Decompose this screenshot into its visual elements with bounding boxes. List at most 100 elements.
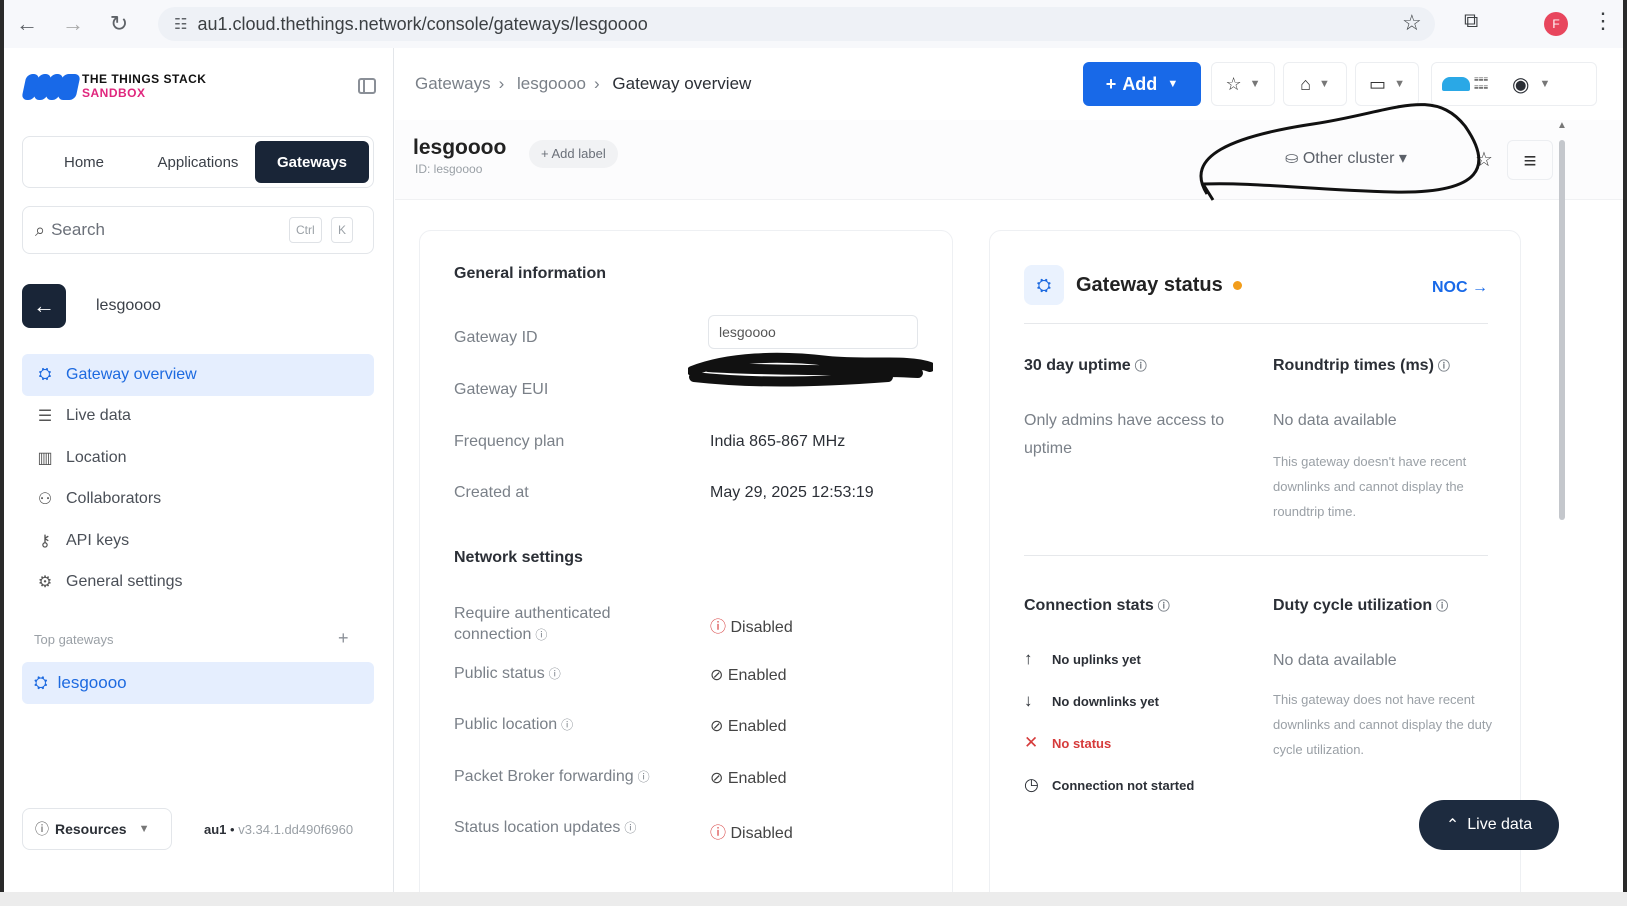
- add-button-label: Add: [1122, 73, 1158, 94]
- info-icon[interactable]: ⓘ: [1438, 359, 1450, 373]
- entity-name: lesgoooo: [96, 297, 161, 314]
- live-data-button[interactable]: ⌃ Live data: [1419, 800, 1559, 850]
- search-input[interactable]: ⌕ Search Ctrl K: [22, 206, 374, 254]
- search-placeholder: Search: [51, 220, 105, 239]
- general-information-title: General information: [454, 265, 607, 282]
- extensions-icon[interactable]: ⧉: [1464, 10, 1478, 33]
- users-icon: ⚇: [37, 491, 53, 509]
- scrollbar[interactable]: ▲: [1557, 120, 1567, 860]
- entity-context: ← lesgoooo: [22, 284, 161, 328]
- gateway-header: lesgoooo ID: lesgoooo + Add label ⛀ Othe…: [395, 103, 1623, 201]
- tab-home[interactable]: Home: [27, 141, 141, 183]
- sidebar-item-general-settings[interactable]: ⚙ General settings: [22, 562, 374, 604]
- info-icon[interactable]: ⓘ: [549, 667, 561, 681]
- gateway-icon: ⛭: [34, 673, 48, 692]
- frequency-plan-label: Frequency plan: [454, 433, 565, 450]
- setting-value-text: Enabled: [727, 667, 787, 684]
- add-button[interactable]: + Add ▼: [1083, 62, 1201, 106]
- info-icon[interactable]: ⓘ: [1135, 359, 1147, 373]
- sidebar-item-location[interactable]: ▥ Location: [22, 437, 374, 479]
- info-icon[interactable]: ⓘ: [624, 821, 636, 835]
- info-icon[interactable]: ⓘ: [638, 770, 650, 784]
- url-text: au1.cloud.thethings.network/console/gate…: [197, 13, 648, 34]
- conn-stat-downlinks: ↓ No downlinks yet: [1024, 691, 1159, 711]
- gear-icon: ⚙: [37, 574, 53, 592]
- user-avatar-icon: ◉: [1512, 73, 1530, 96]
- top-gateway-item[interactable]: ⛭ lesgoooo: [22, 662, 374, 704]
- conn-stat-text: No uplinks yet: [1052, 651, 1141, 667]
- annotation-scribble: [1199, 103, 1481, 201]
- inbox-icon: ▭: [1369, 73, 1387, 94]
- frequency-plan-value: India 865-867 MHz: [710, 433, 846, 450]
- breadcrumb-current: Gateway overview: [612, 74, 752, 93]
- back-icon[interactable]: ←: [4, 11, 50, 37]
- plus-icon: +: [1105, 73, 1117, 94]
- gateway-id-field[interactable]: lesgoooo: [708, 315, 918, 349]
- scrollbar-thumb[interactable]: [1559, 140, 1565, 520]
- setting-value: ⊘ Enabled: [710, 716, 910, 736]
- duty-cycle-value: No data available: [1273, 652, 1397, 669]
- general-information-card: General information Gateway ID lesgoooo …: [419, 230, 953, 902]
- info-icon[interactable]: ⓘ: [1158, 599, 1170, 613]
- cloud-logo-icon: [1442, 77, 1470, 91]
- collapse-sidebar-icon[interactable]: [358, 78, 376, 94]
- chevron-up-icon: ⌃: [1445, 817, 1460, 834]
- add-top-gateway-icon[interactable]: +: [338, 628, 349, 649]
- setting-value-text: Disabled: [730, 619, 793, 636]
- cluster-label: au1: [204, 822, 227, 837]
- created-at-label: Created at: [454, 484, 529, 501]
- resources-button[interactable]: ⓘ Resources ▼: [22, 808, 172, 850]
- noc-link[interactable]: NOC →: [1432, 279, 1488, 297]
- site-info-icon[interactable]: ☷: [174, 15, 187, 33]
- setting-label-text: Status location updates: [454, 819, 621, 836]
- info-icon[interactable]: ⓘ: [535, 628, 547, 642]
- tab-gateways[interactable]: Gateways: [255, 141, 369, 183]
- setting-value-text: Enabled: [727, 770, 787, 787]
- gateway-icon: ⛭: [1024, 265, 1064, 305]
- browser-window: ← → ↻ ☷ au1.cloud.thethings.network/cons…: [4, 0, 1623, 902]
- profile-avatar[interactable]: F: [1544, 12, 1568, 36]
- info-icon[interactable]: ⓘ: [1436, 599, 1448, 613]
- breadcrumb-gateway[interactable]: lesgoooo: [517, 74, 586, 93]
- gateway-status-header: ⛭ Gateway status: [1024, 265, 1242, 305]
- setting-value: ⓘ Disabled: [710, 613, 910, 637]
- info-icon: ⓘ: [35, 821, 49, 837]
- sidebar-item-live-data[interactable]: ☰ Live data: [22, 396, 374, 438]
- chevron-down-icon: ▼: [1167, 78, 1179, 90]
- top-gateway-label: lesgoooo: [57, 673, 127, 692]
- back-arrow-icon[interactable]: ←: [22, 284, 66, 328]
- roundtrip-title: Roundtrip times (ms) ⓘ: [1273, 357, 1450, 375]
- sidebar-item-collaborators[interactable]: ⚇ Collaborators: [22, 479, 374, 521]
- sidebar-item-api-keys[interactable]: ⚷ API keys: [22, 520, 374, 562]
- reload-icon[interactable]: ↻: [96, 11, 142, 37]
- conn-stat-text: No status: [1052, 735, 1112, 751]
- shortcut-k: K: [331, 217, 354, 243]
- duty-cycle-title: Duty cycle utilization ⓘ: [1273, 597, 1448, 615]
- add-label-button[interactable]: + Add label: [529, 140, 618, 168]
- conn-stat-text: Connection not started: [1052, 777, 1195, 793]
- scroll-up-icon[interactable]: ▲: [1557, 120, 1567, 131]
- gateway-id-subtitle: ID: lesgoooo: [415, 162, 483, 176]
- tab-applications[interactable]: Applications: [141, 141, 255, 183]
- divider: [1024, 555, 1488, 556]
- chevron-down-icon: ▼: [1394, 78, 1405, 90]
- conn-stat-text: No downlinks yet: [1052, 693, 1159, 709]
- info-icon[interactable]: ⓘ: [561, 718, 573, 732]
- x-icon: ✕: [1024, 733, 1039, 752]
- sidebar-item-gateway-overview[interactable]: ⛭ Gateway overview: [22, 354, 374, 396]
- hamburger-menu-icon[interactable]: ≡: [1507, 140, 1553, 180]
- bookmark-star-icon[interactable]: ☆: [1402, 10, 1422, 36]
- arrow-down-icon: ↓: [1024, 691, 1033, 710]
- browser-menu-icon[interactable]: ⋮: [1592, 8, 1614, 34]
- resources-label: Resources: [55, 821, 127, 837]
- disabled-icon: ⓘ: [710, 825, 731, 842]
- list-icon: ☰: [37, 408, 53, 426]
- brand-logo[interactable]: THE THINGS STACK SANDBOX: [21, 72, 206, 100]
- conn-stat-uplinks: ↑ No uplinks yet: [1024, 649, 1141, 669]
- forward-icon[interactable]: →: [50, 11, 96, 37]
- redaction-scribble: [688, 352, 933, 387]
- address-bar[interactable]: ☷ au1.cloud.thethings.network/console/ga…: [158, 7, 1435, 41]
- breadcrumb-gateways[interactable]: Gateways: [415, 74, 491, 93]
- sidebar-item-label: Location: [66, 448, 127, 466]
- star-icon: ☆: [1225, 73, 1242, 94]
